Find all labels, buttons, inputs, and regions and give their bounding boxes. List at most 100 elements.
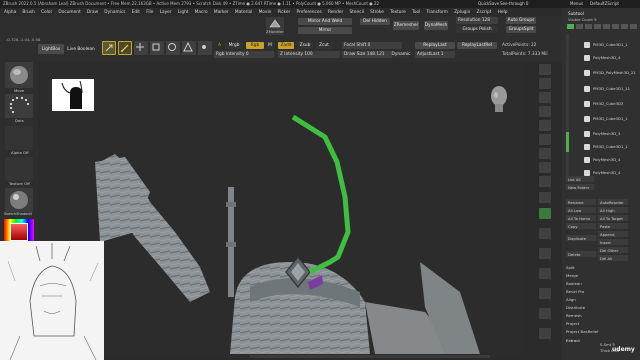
duplicate-button[interactable]: Duplicate	[566, 235, 596, 241]
menu-light[interactable]: Light	[178, 10, 189, 15]
bpr-button[interactable]	[539, 64, 551, 75]
lightbox-button[interactable]: LightBox	[38, 44, 64, 54]
actual-button[interactable]	[539, 120, 551, 131]
subtool-item[interactable]: PolyMesh3D_3	[584, 129, 636, 138]
zcut-button[interactable]: Zcut	[316, 42, 332, 49]
adjust-last-slider[interactable]: AdjustLast 1	[415, 51, 455, 58]
zsub-button[interactable]: Zsub	[297, 42, 313, 49]
bevel-pro-menu[interactable]: Bevel Pro	[566, 289, 584, 294]
subtool-item[interactable]: PM3D_Cube3D3	[584, 99, 636, 108]
zadd-button[interactable]: Zadd	[278, 42, 294, 49]
filter-button-7[interactable]	[621, 24, 628, 29]
groups-polish-button[interactable]: Groups Polish	[456, 26, 498, 33]
all-to-target-button[interactable]: All To Target	[598, 215, 628, 221]
zoom3d-button[interactable]	[539, 228, 551, 239]
zoom-button[interactable]	[539, 106, 551, 117]
menu-picker[interactable]: Picker	[277, 10, 290, 15]
stroke-button[interactable]	[5, 94, 33, 118]
subtool-item[interactable]: PM3D_Cube3D1_1	[584, 114, 636, 123]
auto-reorder-button[interactable]: AutoReorder	[598, 199, 628, 205]
menu-layer[interactable]: Layer	[160, 10, 172, 15]
menu-movie[interactable]: Movie	[259, 10, 272, 15]
solo-button[interactable]	[539, 308, 551, 319]
menu-help[interactable]: Help	[498, 10, 508, 15]
subtool-item[interactable]: PM3D_Cube3D1_1	[584, 40, 636, 49]
xpose-button[interactable]	[539, 328, 551, 339]
persp-button[interactable]	[539, 148, 551, 159]
menu-dynamics[interactable]: Dynamics	[104, 10, 125, 15]
menu-stroke[interactable]: Stroke	[370, 10, 384, 15]
extract-menu[interactable]: Extract	[566, 338, 580, 343]
distribute-menu[interactable]: Distribute	[566, 305, 585, 310]
mirror-and-weld-button[interactable]: Mirror And Weld	[298, 18, 352, 25]
menu-draw[interactable]: Draw	[87, 10, 98, 15]
filter-button-6[interactable]	[612, 24, 619, 29]
extra-tool-button[interactable]	[182, 41, 196, 55]
replay-last-rel-button[interactable]: ReplayLastRel	[457, 42, 497, 49]
scale-mode-button[interactable]	[150, 41, 164, 55]
local-button[interactable]	[539, 176, 551, 187]
menu-color[interactable]: Color	[41, 10, 52, 15]
menu-render[interactable]: Render	[328, 10, 343, 15]
menu-file[interactable]: File	[146, 10, 153, 15]
menu-stencil[interactable]: Stencil	[349, 10, 364, 15]
filter-button-2[interactable]	[576, 24, 583, 29]
alpha-button[interactable]	[5, 126, 33, 150]
scroll-button[interactable]	[539, 92, 551, 103]
menu-tool[interactable]: Tool	[412, 10, 420, 15]
paste-button[interactable]: Paste	[598, 223, 628, 229]
replay-last-button[interactable]: ReplayLast	[415, 42, 455, 49]
draw-mode-button[interactable]	[118, 41, 132, 55]
menu-macro[interactable]: Macro	[195, 10, 208, 15]
menu-edit[interactable]: Edit	[132, 10, 140, 15]
menu-brush[interactable]: Brush	[22, 10, 34, 15]
group-split-button[interactable]: GroupsSplit	[506, 26, 536, 33]
floor-button[interactable]	[539, 162, 551, 173]
rotate-view-button[interactable]	[539, 248, 551, 259]
aahalf-button[interactable]	[539, 134, 551, 145]
subtool-item[interactable]: PolyMesh3D_4	[584, 53, 636, 62]
dynamic-button[interactable]: Dynamic	[392, 51, 410, 58]
dynamesh-button[interactable]: DynaMesh	[424, 21, 448, 30]
menu-transform[interactable]: Transform	[427, 10, 448, 15]
menu-document[interactable]: Document	[58, 10, 80, 15]
del-all-button[interactable]: Del All	[598, 255, 628, 261]
zremesher-button[interactable]: ZRemesher	[393, 21, 419, 30]
subtool-scroll-thumb[interactable]	[566, 132, 569, 152]
z-intensity-slider[interactable]: Z Intensity 100	[278, 51, 340, 58]
boolean-menu[interactable]: Boolean	[566, 281, 582, 286]
subtool-item[interactable]: PM3D_PolyMesh3D_21	[584, 68, 636, 77]
new-folder-button[interactable]: New Folder	[566, 184, 594, 190]
filter-button-1[interactable]	[567, 24, 574, 29]
gizmo-toggle-button[interactable]	[198, 41, 212, 55]
menu-marker[interactable]: Marker	[214, 10, 229, 15]
menus-button[interactable]: Menus	[570, 2, 583, 6]
all-to-home-button[interactable]: All To Home	[566, 215, 596, 221]
align-menu[interactable]: Align	[566, 297, 576, 302]
delete-button[interactable]: Delete	[566, 251, 596, 257]
rename-button[interactable]: Rename	[566, 199, 596, 205]
filter-button-4[interactable]	[594, 24, 601, 29]
move-mode-button[interactable]	[134, 41, 148, 55]
quicksave-button[interactable]: QuickSave	[478, 2, 499, 6]
copy-button[interactable]: Copy	[566, 223, 596, 229]
focal-shift-slider[interactable]: Focal Shift 0	[342, 42, 402, 49]
viewport[interactable]	[40, 62, 525, 354]
default-zscript-button[interactable]: DefaultZScript	[590, 2, 619, 6]
mrgb-button[interactable]: Mrgb	[225, 42, 243, 49]
subtool-scrollbar[interactable]	[566, 34, 569, 180]
see-through-slider[interactable]: See-through 0	[500, 2, 528, 6]
project-menu[interactable]: Project	[566, 321, 579, 326]
subtool-item[interactable]: PM3D_Cube3D1_11	[584, 84, 636, 93]
project-basrelief-menu[interactable]: Project BasRelief	[566, 329, 598, 334]
subtool-item[interactable]: PM3D_Cube3D1_1	[584, 142, 636, 151]
merge-menu[interactable]: Merge	[566, 273, 578, 278]
all-low-button[interactable]: All Low	[566, 207, 596, 213]
edit-mode-button[interactable]	[102, 41, 116, 55]
all-high-button[interactable]: All High	[598, 207, 628, 213]
rgb-button[interactable]: Rgb	[246, 42, 264, 49]
live-boolean-button[interactable]: Live Boolean	[66, 44, 96, 54]
insert-button[interactable]: Insert	[598, 239, 628, 245]
list-all-button[interactable]: List All	[566, 176, 594, 182]
menu-material[interactable]: Material	[235, 10, 252, 15]
